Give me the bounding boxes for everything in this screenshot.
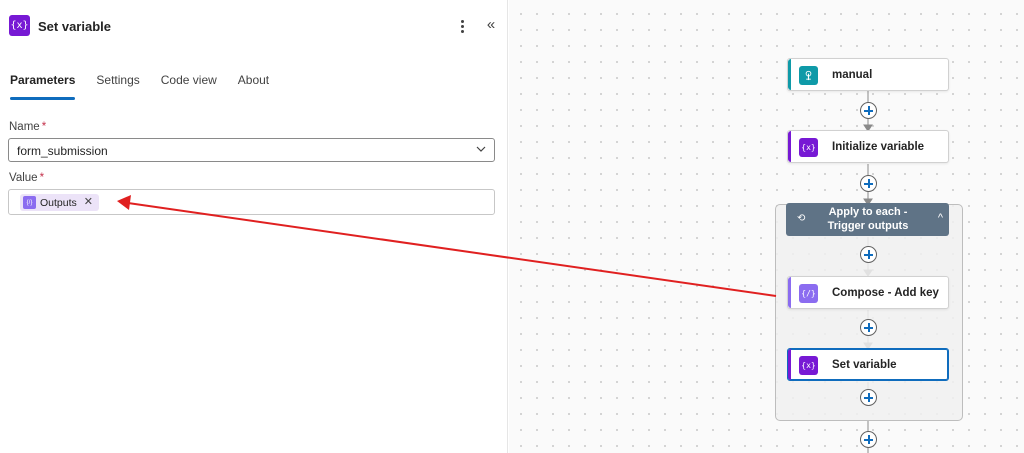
panel-tabs: Parameters Settings Code view About [10,72,290,100]
name-field-label: Name * [9,121,46,133]
apply-to-each-header[interactable]: ⟲ Apply to each - Trigger outputs ^ [786,203,949,236]
variable-icon: {x} [799,138,818,157]
more-options-button[interactable] [455,16,469,36]
name-select[interactable]: form_submission [8,138,495,162]
variable-icon: {x} [799,356,818,375]
name-select-value: form_submission [17,144,108,158]
node-accent-bar [788,277,791,308]
chevron-up-icon[interactable]: ^ [938,212,943,224]
chevron-down-icon [476,146,486,152]
add-step-button[interactable] [860,246,877,263]
value-label-text: Value [9,172,38,184]
tab-about[interactable]: About [238,72,269,100]
tab-settings[interactable]: Settings [96,72,139,100]
outputs-token[interactable]: {/} Outputs ✕ [20,194,99,211]
hand-pointer-icon [805,70,812,81]
collapse-panel-button[interactable]: « [483,15,499,35]
loop-icon: ⟲ [797,213,806,224]
add-step-button[interactable] [860,319,877,336]
node-accent-bar [788,349,791,380]
dot-icon [460,29,464,33]
node-label: Compose - Add key [832,287,939,299]
add-step-button[interactable] [860,431,877,448]
properties-panel: {x} Set variable « Parameters Settings C… [0,0,508,453]
name-label-text: Name [9,121,40,133]
add-step-button[interactable] [860,102,877,119]
node-label: manual [832,69,873,81]
required-mark: * [39,172,45,184]
compose-icon: {/} [23,196,36,209]
panel-header: {x} Set variable « [0,0,508,52]
value-field-label: Value * [9,172,44,184]
compose-icon: {/} [799,284,818,303]
dot-icon [460,19,464,23]
flow-node-manual[interactable]: manual [787,58,949,91]
required-mark: * [41,121,47,133]
node-accent-bar [788,131,791,162]
add-step-button[interactable] [860,389,877,406]
scope-title-line1: Apply to each - [828,206,908,218]
tab-code-view[interactable]: Code view [161,72,217,100]
tab-parameters[interactable]: Parameters [10,72,76,100]
node-label: Set variable [832,359,897,371]
token-label: Outputs [40,196,77,209]
add-step-button[interactable] [860,175,877,192]
variable-icon: {x} [9,15,30,36]
dot-icon [460,24,464,28]
node-label: Initialize variable [832,141,925,153]
close-icon[interactable]: ✕ [84,197,93,208]
scope-title: Apply to each - Trigger outputs [814,205,922,233]
node-accent-bar [788,59,791,90]
trigger-icon [799,66,818,85]
flow-node-set-variable[interactable]: {x} Set variable [787,348,949,381]
flow-node-compose-add-key[interactable]: {/} Compose - Add key [787,276,949,309]
panel-title: Set variable [38,19,111,34]
value-input[interactable]: {/} Outputs ✕ [8,189,495,215]
flow-node-initialize-variable[interactable]: {x} Initialize variable [787,130,949,163]
scope-title-line2: Trigger outputs [827,220,909,232]
